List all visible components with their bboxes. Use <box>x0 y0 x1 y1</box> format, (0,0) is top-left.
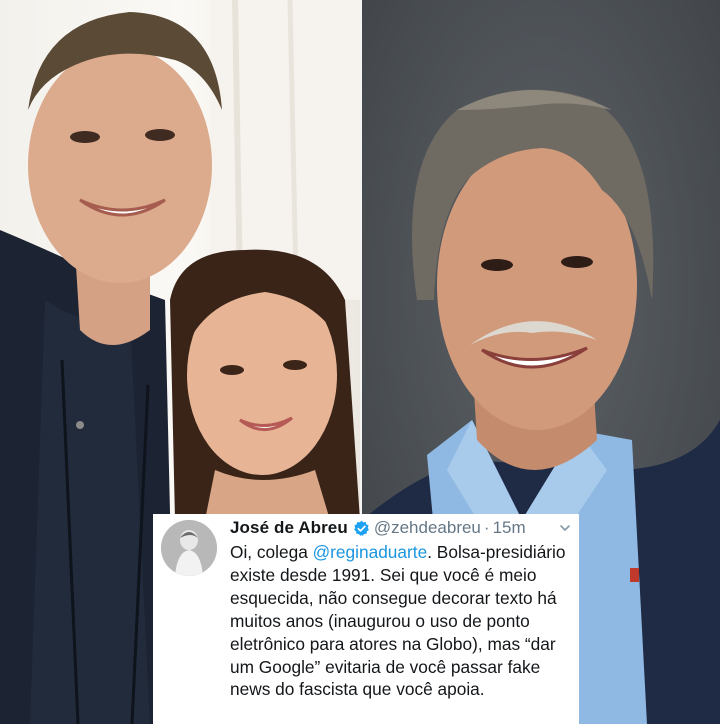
avatar-baby-photo <box>161 520 217 576</box>
mention-link[interactable]: @reginaduarte <box>313 542 428 562</box>
tweet-card: José de Abreu @zehdeabreu · 15m Oi, cole… <box>153 514 579 724</box>
verified-badge-icon <box>353 520 370 537</box>
separator-dot: · <box>483 518 490 537</box>
tweet-text-intro: Oi, colega <box>230 542 313 562</box>
tweet-timestamp[interactable]: 15m <box>493 516 526 540</box>
tweet-body: José de Abreu @zehdeabreu · 15m Oi, cole… <box>230 516 571 701</box>
chevron-down-icon[interactable] <box>559 522 571 534</box>
tweet-text-body: . Bolsa-presidiário existe desde 1991. S… <box>230 542 566 700</box>
display-name[interactable]: José de Abreu <box>230 516 348 540</box>
avatar[interactable] <box>161 520 217 576</box>
tweet-header: José de Abreu @zehdeabreu · 15m <box>230 516 571 540</box>
tweet-text: Oi, colega @reginaduarte. Bolsa-presidiá… <box>230 541 572 701</box>
user-handle[interactable]: @zehdeabreu <box>374 516 481 540</box>
